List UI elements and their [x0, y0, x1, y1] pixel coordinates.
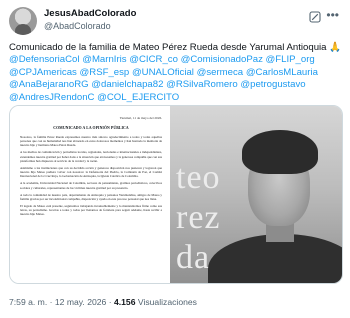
tweet-date[interactable]: 12 may. 2026 — [55, 297, 106, 307]
document-paragraph: A la academia, Universidad Nacional de C… — [20, 181, 162, 190]
document-paragraph: A toda la comunidad de nuestro país, dep… — [20, 192, 162, 201]
more-options-icon[interactable]: ••• — [326, 9, 339, 21]
portrait-photo[interactable]: teo rez da — [170, 106, 342, 283]
document-paragraph: Asimismo a las instituciones que con su … — [20, 165, 162, 179]
tweet-text: Comunicado de la familia de Mateo Pérez … — [9, 42, 343, 104]
tweet-meta: 7:59 a. m. · 12 may. 2026 · 4.156 Visual… — [9, 297, 197, 307]
author-handle[interactable]: @AbadColorado — [44, 20, 136, 32]
tweet-intro: Comunicado de la familia de Mateo Pérez … — [9, 42, 342, 53]
avatar[interactable] — [9, 7, 37, 35]
meta-separator: · — [108, 297, 112, 307]
author-display-name[interactable]: JesusAbadColorado — [44, 8, 136, 20]
tweet-time[interactable]: 7:59 a. m. — [9, 297, 47, 307]
mention-link[interactable]: @MarnIris — [82, 54, 126, 65]
mention-link[interactable]: @danielchapa82 — [91, 79, 163, 90]
grok-icon[interactable] — [309, 11, 321, 23]
mention-link[interactable]: @FLIP_org — [266, 54, 315, 65]
document-title: COMUNICADO A LA OPINIÓN PÚBLICA — [53, 126, 129, 130]
meta-separator: · — [49, 297, 53, 307]
mention-link[interactable]: @CPJAmericas — [9, 67, 77, 78]
tweet-media[interactable]: Yarumal, 11 de mayo del 2026. COMUNICADO… — [9, 105, 343, 284]
mention-link[interactable]: @CICR_co — [129, 54, 178, 65]
document-date: Yarumal, 11 de mayo del 2026. — [119, 116, 162, 120]
document-paragraph: Nosotros, la familia Pérez Rueda expresa… — [20, 135, 162, 148]
mention-link[interactable]: @CarlosMLauria — [246, 67, 318, 78]
mention-link[interactable]: @AnaBejaranoRG — [9, 79, 89, 90]
portrait-hair — [242, 130, 318, 174]
views-count: 4.156 — [113, 297, 136, 307]
mention-list: @DefensoriaCol @MarnIris @CICR_co @Comis… — [9, 54, 318, 102]
mention-link[interactable]: @DefensoriaCol — [9, 54, 80, 65]
mention-link[interactable]: @AndresJRendonC — [9, 92, 94, 103]
mention-link[interactable]: @RSF_esp — [80, 67, 130, 78]
mention-link[interactable]: @ComisionadoPaz — [181, 54, 263, 65]
mention-link[interactable]: @RSilvaRomero — [166, 79, 238, 90]
tweet-header: JesusAbadColorado @AbadColorado ••• — [9, 6, 341, 40]
mention-link[interactable]: @sermeca — [197, 67, 244, 78]
mention-link[interactable]: @UNALOficial — [132, 67, 194, 78]
views-label: Visualizaciones — [137, 297, 197, 307]
author-block[interactable]: JesusAbadColorado @AbadColorado — [44, 8, 136, 32]
document-paragraph: A los medios de comunicación y periodist… — [20, 150, 162, 163]
mention-link[interactable]: @COL_EJERCITO — [97, 92, 179, 103]
document-paragraph: El legado de Mateo está presente, seguir… — [20, 204, 162, 217]
communique-document[interactable]: Yarumal, 11 de mayo del 2026. COMUNICADO… — [10, 106, 170, 283]
mention-link[interactable]: @petrogustavo — [240, 79, 305, 90]
